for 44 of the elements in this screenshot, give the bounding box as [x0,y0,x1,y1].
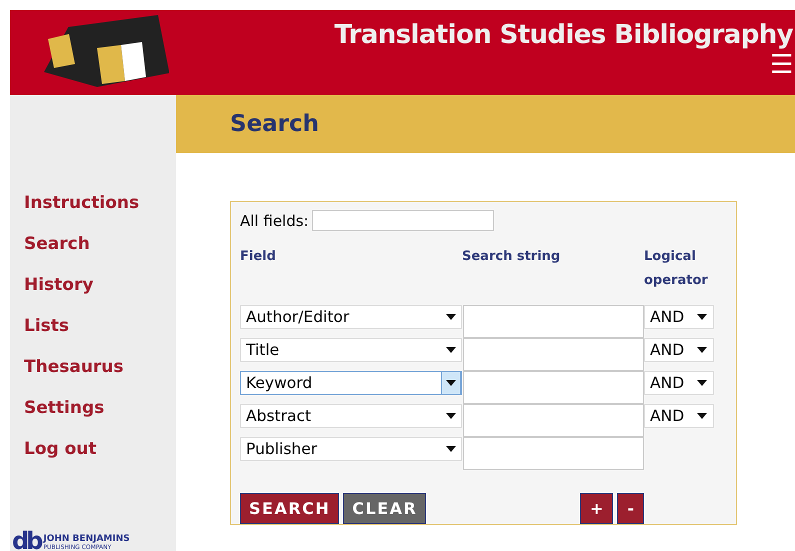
column-header: Field [240,248,277,266]
field-select[interactable]: Author/Editor [240,305,462,329]
caret-icon [697,380,707,386]
search-string-input[interactable] [463,305,644,338]
caret-icon [446,413,456,419]
all-fields-input[interactable] [312,210,494,231]
menu-button[interactable]: ☰ [768,50,795,78]
caret-icon [697,347,707,353]
publisher-logo-mark: db [12,531,40,551]
sidebar-link[interactable]: Thesaurus [24,355,176,379]
field-select[interactable]: Publisher [240,437,462,461]
all-fields-label: All fields: [240,212,309,230]
remove-row-button[interactable]: - [617,493,644,524]
field-select[interactable]: Keyword [240,371,462,395]
clear-button[interactable]: CLEAR [343,493,426,524]
search-button[interactable]: SEARCH [240,493,340,524]
publisher-name: JOHN BENJAMINS [43,534,130,544]
page-title: Search [230,111,320,137]
sidebar-link[interactable]: Settings [24,396,176,420]
search-string-input[interactable] [463,371,644,404]
caret-icon [446,347,456,353]
field-select[interactable]: Abstract [240,404,462,428]
caret-icon [446,314,456,320]
add-row-button[interactable]: + [580,493,614,524]
site-title: Translation Studies Bibliography [334,20,793,50]
search-string-input[interactable] [463,338,644,371]
sidebar-link[interactable]: Instructions [24,191,176,215]
operator-select[interactable]: AND [644,371,714,395]
operator-select[interactable]: AND [644,404,714,428]
sidebar-link[interactable]: Log out [24,437,176,461]
field-select[interactable]: Title [240,338,462,362]
operator-select[interactable]: AND [644,305,714,329]
column-header: Logical operator [644,248,709,290]
sidebar-link[interactable]: History [24,273,176,297]
caret-icon [697,314,707,320]
search-string-input[interactable] [463,437,644,470]
sidebar-link[interactable]: Search [24,232,176,256]
sidebar-link[interactable]: Lists [24,314,176,338]
search-string-input[interactable] [463,404,644,437]
caret-icon [446,446,456,452]
column-header: Search string [462,248,562,266]
caret-icon [697,413,707,419]
operator-select[interactable]: AND [644,338,714,362]
caret-icon [446,380,456,386]
